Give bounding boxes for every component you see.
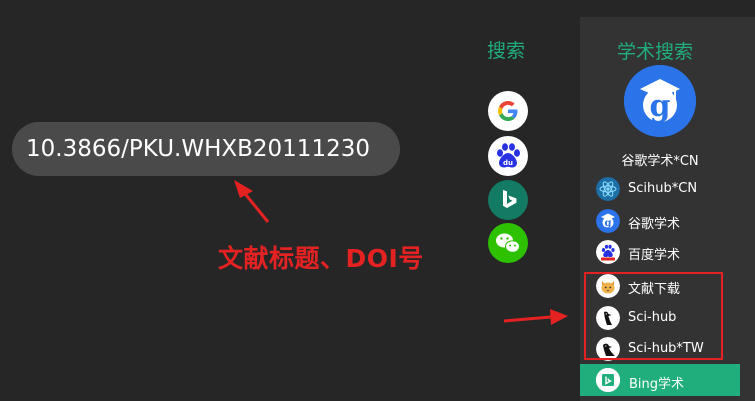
annotation-highlight-box [584, 272, 723, 360]
google-scholar-featured-button[interactable]: g [624, 65, 696, 137]
scihub-atom-icon [596, 177, 620, 201]
annotation-arrow-search [234, 180, 270, 223]
scholar-item-baidu-scholar[interactable]: 百度学术 [594, 237, 744, 267]
google-scholar-icon: g [624, 65, 696, 137]
scholar-item-bing-scholar[interactable]: Bing学术 [580, 364, 740, 396]
scholar-item-google-scholar[interactable]: g 谷歌学术 [594, 206, 744, 236]
scholar-item-label: Scihub*CN [628, 181, 698, 196]
baidu-scholar-icon [596, 240, 620, 264]
scholar-item-label: 百度学术 [628, 248, 681, 263]
baidu-icon[interactable]: du [488, 136, 528, 176]
search-input[interactable] [26, 122, 386, 176]
scholar-panel-title: 学术搜索 [617, 41, 694, 63]
google-icon[interactable] [488, 91, 528, 131]
scholar-item-label: 谷歌学术 [628, 217, 681, 232]
google-scholar-icon: g [596, 209, 620, 233]
scholar-panel: 学术搜索 g 谷歌学术*CN Scihub*CN g 谷歌学术 百度学术 文献下… [580, 17, 755, 401]
google-scholar-featured-label: 谷歌学术*CN [621, 154, 699, 169]
search-column-title: 搜索 [487, 40, 526, 62]
search-box[interactable] [12, 122, 400, 176]
wechat-icon[interactable] [488, 223, 528, 263]
scholar-item-scihub-cn[interactable]: Scihub*CN [594, 174, 744, 204]
search-engine-column: 搜索 du [480, 0, 538, 401]
bing-scholar-icon [596, 368, 620, 392]
svg-text:du: du [503, 159, 513, 167]
scholar-item-label: Bing学术 [629, 377, 685, 392]
bing-icon[interactable] [488, 180, 528, 220]
annotation-label: 文献标题、DOI号 [218, 244, 424, 273]
